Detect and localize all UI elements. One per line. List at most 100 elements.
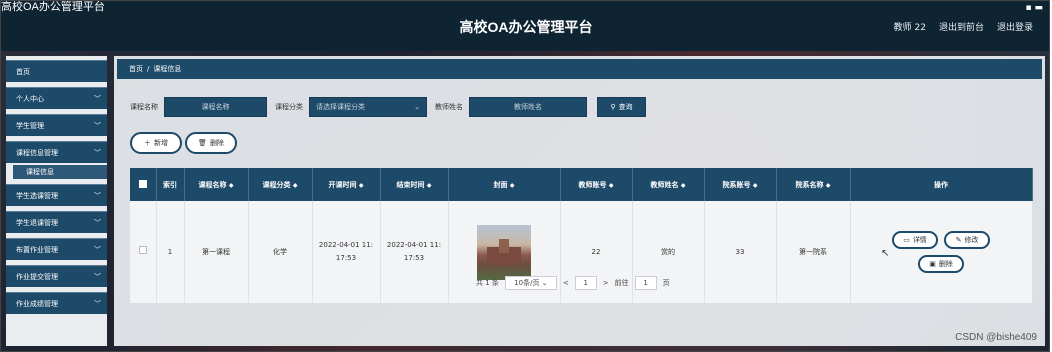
sort-icon[interactable]: ◆ xyxy=(826,182,831,189)
end-time-cell: 2022-04-01 11: 17:53 xyxy=(380,201,449,303)
next-page-button[interactable]: > xyxy=(603,279,609,287)
chevron-down-icon: ⌄ xyxy=(541,279,548,287)
edit-icon: ✎ xyxy=(955,235,962,244)
chevron-down-icon: ﹀ xyxy=(94,218,101,227)
sort-icon[interactable]: ◆ xyxy=(229,182,234,189)
goto-page-input[interactable]: 1 xyxy=(634,276,657,290)
column-header[interactable]: 课程分类 ◆ xyxy=(248,168,313,201)
app-frame: 高校OA办公管理平台 ▪ ▬ 高校OA办公管理平台 教师 22 退出到前台 退出… xyxy=(0,0,1050,352)
breadcrumb-current: 课程信息 xyxy=(153,65,182,73)
sidebar-item-withdrawal[interactable]: 学生退课管理 ﹀ xyxy=(6,211,107,233)
sidebar-item-students[interactable]: 学生管理 ﹀ xyxy=(6,114,107,136)
sidebar-item-label: 课程信息管理 xyxy=(16,148,58,157)
trash-icon: 🗑 xyxy=(198,139,207,147)
course-name-cell: 第一课程 xyxy=(184,201,249,303)
window-controls-icon[interactable]: ▪ ▬ xyxy=(1026,3,1043,13)
operations-cell: ▭ 详情 ✎ 修改 ▣ 删除 xyxy=(850,201,1033,303)
category-select[interactable]: 请选择课程分类 ⌄ xyxy=(309,97,427,117)
sort-icon[interactable]: ◆ xyxy=(510,182,515,189)
sort-icon[interactable]: ◆ xyxy=(609,182,614,189)
filter-bar: 课程名称 课程名称 课程分类 请选择课程分类 ⌄ 教师姓名 教师姓名 ⚲ 查询 xyxy=(130,97,646,117)
sidebar-item-courses[interactable]: 课程信息管理 ﹀ xyxy=(6,141,107,163)
table-header-row: 索引 课程名称 ◆ 课程分类 ◆ 开课时间 ◆ 结束时间 ◆ 封面 ◆ 教师账号… xyxy=(130,168,1033,201)
sidebar-item-label: 作业成绩管理 xyxy=(16,299,58,308)
app-title: 高校OA办公管理平台 xyxy=(459,19,593,35)
teacher-name-input[interactable]: 教师姓名 xyxy=(469,97,587,117)
sidebar-item-home[interactable]: 首页 xyxy=(6,60,107,82)
sidebar-item-label: 学生退课管理 xyxy=(16,218,58,227)
column-header[interactable]: 院系账号 ◆ xyxy=(704,168,777,201)
course-name-input[interactable]: 课程名称 xyxy=(164,97,267,117)
query-button-label: 查询 xyxy=(618,103,633,111)
main-panel: 首页 / 课程信息 课程名称 课程名称 课程分类 请选择课程分类 ⌄ 教师姓名 … xyxy=(114,56,1045,346)
column-header[interactable]: 开课时间 ◆ xyxy=(312,168,381,201)
sidebar-item-enrollment[interactable]: 学生选课管理 ﹀ xyxy=(6,184,107,206)
sidebar-item-label: 首页 xyxy=(16,67,30,76)
category-cell: 化学 xyxy=(248,201,313,303)
edit-button-label: 修改 xyxy=(964,235,979,244)
sidebar-item-label: 作业提交管理 xyxy=(16,272,58,281)
start-time-cell: 2022-04-01 11: 17:53 xyxy=(312,201,381,303)
sidebar-item-label: 学生管理 xyxy=(16,121,44,130)
teacher-name-label: 教师姓名 xyxy=(435,103,463,111)
column-header[interactable]: 课程名称 ◆ xyxy=(184,168,249,201)
chevron-down-icon: ﹀ xyxy=(94,191,101,200)
sidebar-item-label: 个人中心 xyxy=(16,94,44,103)
add-button[interactable]: ＋ 新增 xyxy=(130,132,182,154)
row-checkbox[interactable] xyxy=(138,245,147,254)
pagination-total: 共 1 条 xyxy=(476,279,499,287)
sidebar-item-personal[interactable]: 个人中心 ﹀ xyxy=(6,87,107,109)
logout-link[interactable]: 退出登录 xyxy=(997,20,1033,33)
current-page[interactable]: 1 xyxy=(574,276,597,290)
column-header[interactable]: 院系名称 ◆ xyxy=(776,168,851,201)
sort-icon[interactable]: ◆ xyxy=(681,182,686,189)
sidebar-item-label: 布置作业管理 xyxy=(16,245,58,254)
end-time-date: 2022-04-01 11: xyxy=(386,241,442,250)
sort-icon[interactable]: ◆ xyxy=(427,182,432,189)
search-icon: ⚲ xyxy=(610,103,616,111)
page-size-value: 10条/页 xyxy=(514,279,540,287)
sidebar-item-submissions[interactable]: 作业提交管理 ﹀ xyxy=(6,265,107,287)
front-link[interactable]: 退出到前台 xyxy=(939,20,984,33)
chevron-down-icon: ﹀ xyxy=(94,299,101,308)
prev-page-button[interactable]: < xyxy=(563,279,569,287)
row-delete-button[interactable]: ▣ 删除 xyxy=(918,255,964,273)
end-time-clock: 17:53 xyxy=(403,254,425,262)
edit-button[interactable]: ✎ 修改 xyxy=(944,231,990,249)
category-select-value: 请选择课程分类 xyxy=(316,103,365,111)
column-header[interactable]: 教师账号 ◆ xyxy=(560,168,633,201)
sort-icon[interactable]: ◆ xyxy=(753,182,758,189)
row-select-cell[interactable] xyxy=(130,201,157,303)
top-nav: 教师 22 退出到前台 退出登录 xyxy=(894,20,1033,33)
action-bar: ＋ 新增 🗑 删除 xyxy=(130,132,237,154)
select-all-checkbox[interactable] xyxy=(138,179,147,188)
column-header[interactable]: 封面 ◆ xyxy=(448,168,561,201)
sort-icon[interactable]: ◆ xyxy=(293,182,298,189)
sidebar-item-grades[interactable]: 作业成绩管理 ﹀ xyxy=(6,292,107,314)
delete-button[interactable]: 🗑 删除 xyxy=(185,132,237,154)
sidebar-subitem-course-info[interactable]: 课程信息 xyxy=(13,165,107,179)
row-delete-button-label: 删除 xyxy=(938,259,953,268)
select-all-header[interactable] xyxy=(130,168,157,201)
cover-image[interactable] xyxy=(477,224,531,280)
window-title: 高校OA办公管理平台 xyxy=(1,1,105,13)
breadcrumb-separator: / xyxy=(147,65,150,73)
sort-icon[interactable]: ◆ xyxy=(359,182,364,189)
add-button-label: 新增 xyxy=(154,139,168,147)
goto-suffix: 页 xyxy=(662,279,670,287)
sidebar-item-assignments[interactable]: 布置作业管理 ﹀ xyxy=(6,238,107,260)
breadcrumb-home[interactable]: 首页 xyxy=(129,64,143,74)
chevron-down-icon: ﹀ xyxy=(94,272,101,281)
column-header[interactable]: 教师姓名 ◆ xyxy=(632,168,705,201)
query-button[interactable]: ⚲ 查询 xyxy=(597,97,646,117)
plus-icon: ＋ xyxy=(144,139,151,147)
category-label: 课程分类 xyxy=(275,103,303,111)
page-size-select[interactable]: 10条/页 ⌄ xyxy=(504,276,557,290)
detail-button[interactable]: ▭ 详情 xyxy=(892,231,938,249)
delete-button-label: 删除 xyxy=(209,139,224,147)
goto-label: 前往 xyxy=(614,279,629,287)
top-header: 高校OA办公管理平台 教师 22 退出到前台 退出登录 xyxy=(1,1,1049,51)
chevron-down-icon: ﹀ xyxy=(94,121,101,130)
chevron-down-icon: ⌄ xyxy=(414,103,420,111)
column-header[interactable]: 结束时间 ◆ xyxy=(380,168,449,201)
